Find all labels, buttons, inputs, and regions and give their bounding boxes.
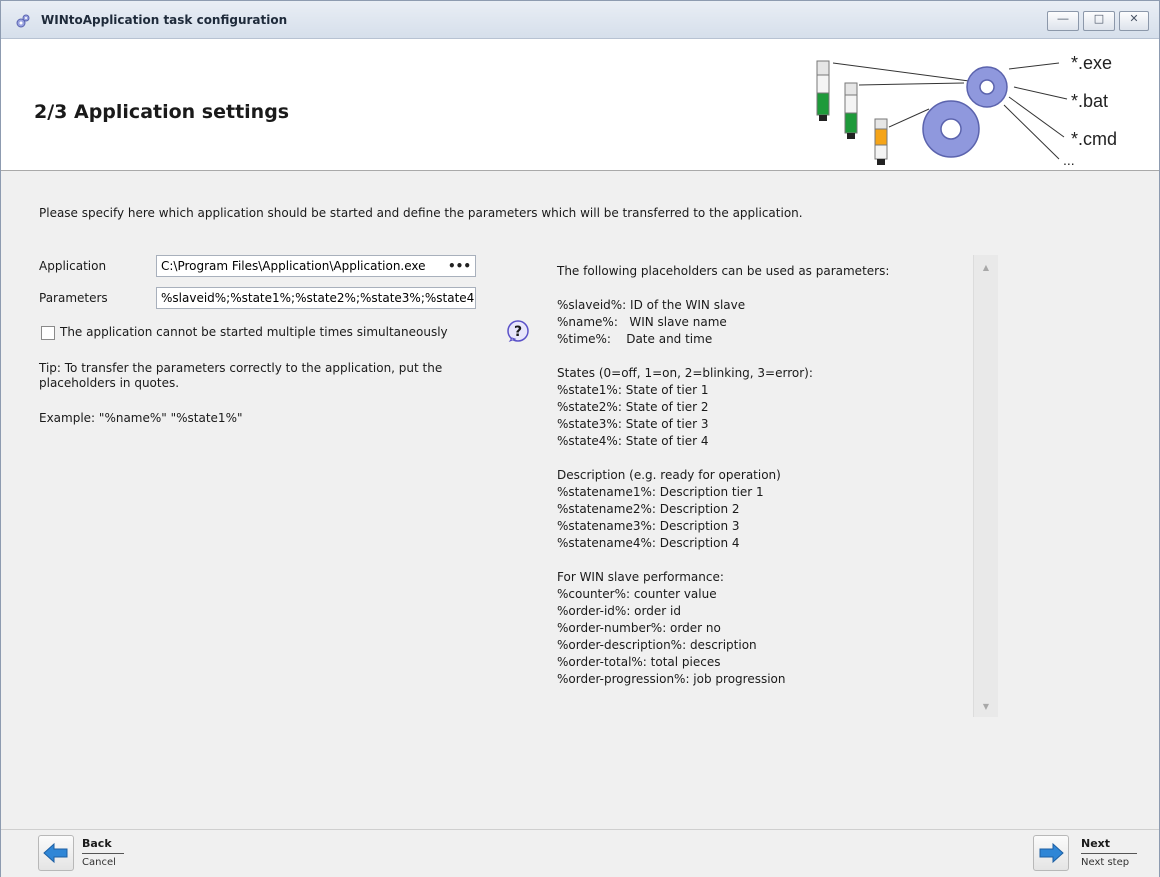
- placeholder-line: %statename3%: Description 3: [557, 519, 740, 533]
- placeholder-spacer: [557, 552, 967, 569]
- wizard-footer: [1, 829, 1159, 877]
- placeholders-list: The following placeholders can be used a…: [557, 263, 967, 688]
- bat-label: *.bat: [1071, 91, 1108, 111]
- page-title: 2/3 Application settings: [34, 101, 290, 123]
- parameters-label: Parameters: [39, 291, 108, 305]
- maximize-button[interactable]: □: [1083, 11, 1115, 31]
- placeholder-line: States (0=off, 1=on, 2=blinking, 3=error…: [557, 366, 813, 380]
- next-button[interactable]: [1033, 835, 1069, 871]
- next-divider: [1081, 853, 1137, 854]
- back-divider: [82, 853, 124, 854]
- wizard-window: WINtoApplication task configuration ― □ …: [0, 0, 1160, 877]
- placeholders-scrollbar[interactable]: ▲ ▼: [973, 255, 998, 717]
- tip-text: Tip: To transfer the parameters correctl…: [39, 361, 443, 390]
- scroll-down-icon[interactable]: ▼: [974, 702, 998, 711]
- placeholder-spacer: [557, 348, 967, 365]
- arrow-right-icon: [1039, 842, 1064, 864]
- multi-start-label[interactable]: The application cannot be started multip…: [60, 325, 448, 339]
- signal-tower-icon: [874, 118, 888, 165]
- placeholder-spacer: [557, 280, 967, 297]
- parameters-value: %slaveid%;%state1%;%state2%;%state3%;%st…: [161, 291, 476, 305]
- placeholder-line: %counter%: counter value: [557, 587, 717, 601]
- header-illustration: *.exe *.bat *.cmd ...: [816, 53, 1117, 168]
- placeholder-line: %order-progression%: job progression: [557, 672, 786, 686]
- help-icon[interactable]: ?: [506, 319, 530, 343]
- back-sublabel[interactable]: Cancel: [82, 857, 116, 868]
- intro-text: Please specify here which application sh…: [39, 206, 803, 220]
- window-title: WINtoApplication task configuration: [41, 13, 288, 27]
- application-field[interactable]: C:\Program Files\Application\Application…: [156, 255, 476, 277]
- gears-icon: [16, 14, 30, 28]
- minimize-icon: ―: [1057, 12, 1069, 25]
- placeholder-line: %state4%: State of tier 4: [557, 434, 709, 448]
- placeholder-line: %order-total%: total pieces: [557, 655, 721, 669]
- minimize-button[interactable]: ―: [1047, 11, 1079, 31]
- placeholder-line: %order-id%: order id: [557, 604, 681, 618]
- next-sublabel[interactable]: Next step: [1081, 857, 1129, 868]
- signal-tower-icon: [844, 82, 858, 139]
- maximize-icon: □: [1093, 12, 1105, 25]
- placeholder-line: %time%: Date and time: [557, 332, 713, 346]
- back-button[interactable]: [38, 835, 74, 871]
- more-label: ...: [1063, 152, 1075, 168]
- close-button[interactable]: ✕: [1119, 11, 1149, 31]
- placeholder-line: For WIN slave performance:: [557, 570, 724, 584]
- parameters-field[interactable]: %slaveid%;%state1%;%state2%;%state3%;%st…: [156, 287, 476, 309]
- example-text: Example: "%name%" "%state1%": [39, 411, 243, 425]
- wizard-header: 2/3 Application settings *.exe *.bat *.c…: [1, 39, 1159, 171]
- signal-tower-icon: [816, 60, 830, 121]
- back-label[interactable]: Back: [82, 837, 112, 850]
- exe-label: *.exe: [1071, 53, 1112, 73]
- arrow-left-icon: [43, 842, 68, 864]
- application-label: Application: [39, 259, 107, 273]
- next-label[interactable]: Next: [1081, 837, 1110, 850]
- placeholder-line: %order-description%: description: [557, 638, 757, 652]
- svg-text:?: ?: [514, 324, 522, 340]
- placeholder-line: %statename4%: Description 4: [557, 536, 740, 550]
- placeholder-spacer: [557, 450, 967, 467]
- placeholder-line: %order-number%: order no: [557, 621, 721, 635]
- placeholder-line: %slaveid%: ID of the WIN slave: [557, 298, 746, 312]
- application-value: C:\Program Files\Application\Application…: [161, 259, 426, 273]
- placeholder-line: Description (e.g. ready for operation): [557, 468, 781, 482]
- placeholder-line: %state3%: State of tier 3: [557, 417, 709, 431]
- placeholder-line: %state1%: State of tier 1: [557, 383, 709, 397]
- scroll-up-icon[interactable]: ▲: [974, 263, 998, 272]
- placeholder-line: The following placeholders can be used a…: [557, 264, 890, 278]
- placeholder-line: %state2%: State of tier 2: [557, 400, 709, 414]
- browse-button[interactable]: •••: [448, 256, 471, 276]
- multi-start-checkbox[interactable]: [41, 326, 55, 340]
- cmd-label: *.cmd: [1071, 129, 1117, 149]
- placeholder-line: %statename1%: Description tier 1: [557, 485, 764, 499]
- placeholder-line: %statename2%: Description 2: [557, 502, 740, 516]
- close-icon: ✕: [1129, 12, 1139, 25]
- title-bar: WINtoApplication task configuration ― □ …: [1, 1, 1159, 39]
- placeholder-line: %name%: WIN slave name: [557, 315, 727, 329]
